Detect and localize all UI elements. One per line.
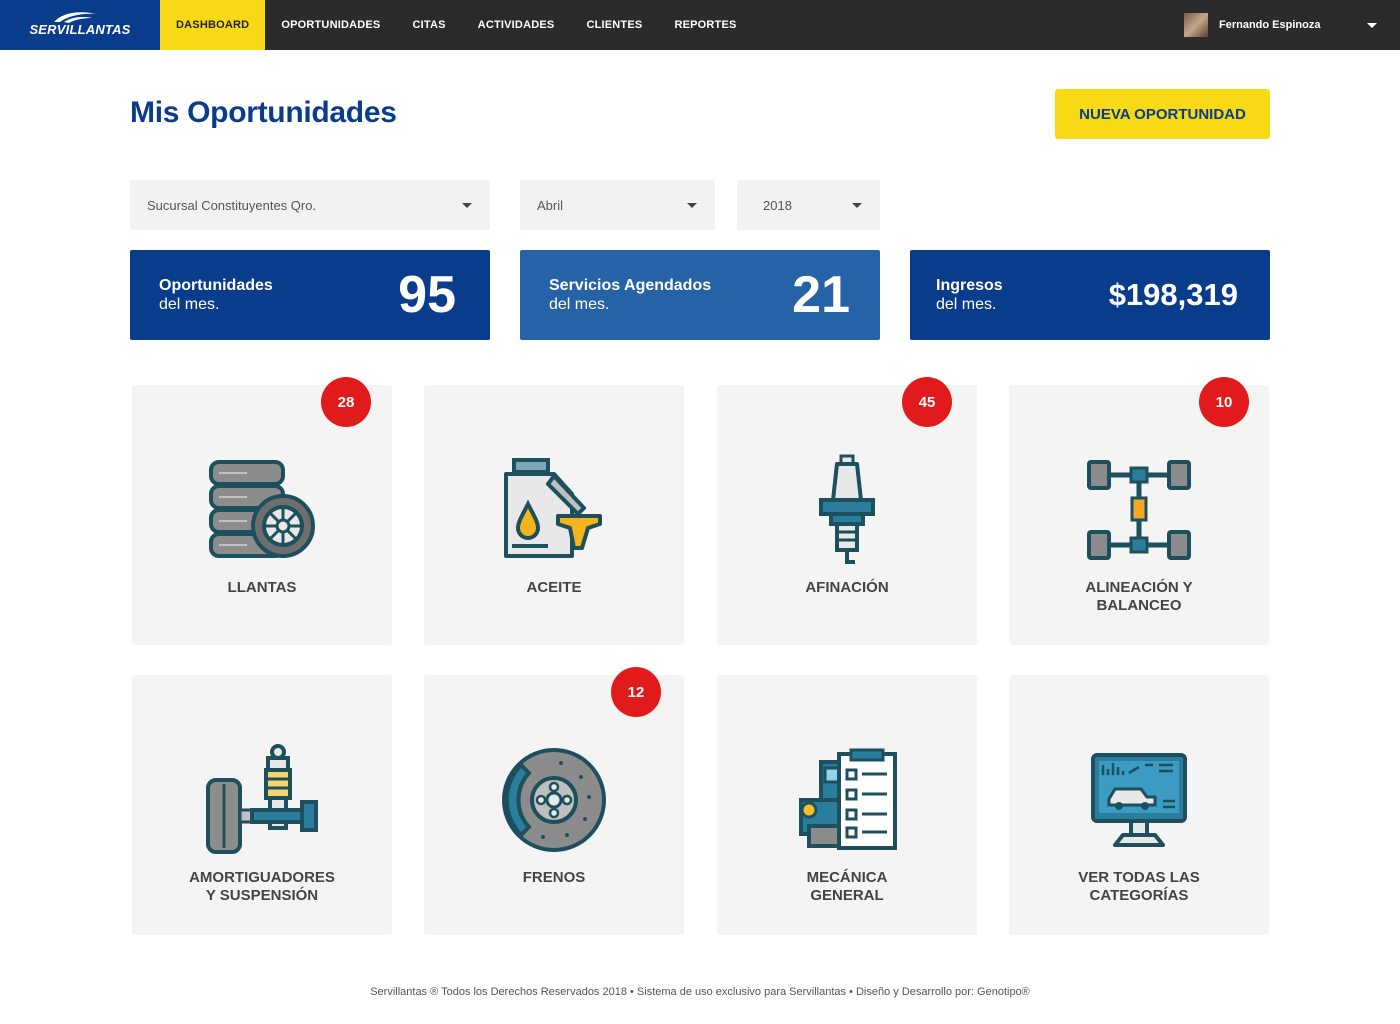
axle-icon: [1079, 455, 1199, 565]
count-badge: 10: [1199, 377, 1249, 427]
stat-label: Ingresos: [936, 277, 1003, 294]
nav-oportunidades[interactable]: OPORTUNIDADES: [265, 0, 396, 50]
category-label: FRENOS: [522, 869, 586, 886]
stat-value: 21: [792, 266, 850, 324]
mechanic-checklist-icon: [787, 745, 907, 855]
category-tile-alineacion[interactable]: ALINEACIÓN Y BALANCEO 10: [1009, 377, 1269, 645]
branch-select-value: Sucursal Constituyentes Qro.: [147, 197, 317, 213]
category-tile-aceite[interactable]: ACEITE: [424, 385, 684, 645]
chevron-down-icon: [852, 203, 862, 208]
category-tile-frenos[interactable]: FRENOS 12: [424, 667, 684, 935]
month-select[interactable]: Abril: [520, 180, 715, 230]
main-nav: DASHBOARD OPORTUNIDADES CITAS ACTIVIDADE…: [160, 0, 753, 50]
user-name: Fernando Espinoza: [1219, 19, 1321, 31]
nav-citas[interactable]: CITAS: [396, 0, 461, 50]
nav-dashboard[interactable]: DASHBOARD: [160, 0, 266, 50]
oil-icon: [494, 455, 614, 565]
stat-label: Servicios Agendados: [549, 277, 712, 294]
month-select-value: Abril: [537, 197, 564, 213]
stat-sublabel: del mes.: [159, 296, 220, 313]
stat-sublabel: del mes.: [936, 296, 997, 313]
count-badge: 45: [902, 377, 952, 427]
stat-value: $198,319: [1108, 277, 1238, 312]
year-select[interactable]: 2018: [737, 180, 880, 230]
servillantas-logo[interactable]: SERVILLANTAS: [0, 0, 160, 50]
monitor-car-icon: [1079, 745, 1199, 855]
count-badge: 28: [321, 377, 371, 427]
chevron-down-icon[interactable]: [1367, 22, 1377, 28]
nav-actividades[interactable]: ACTIVIDADES: [462, 0, 571, 50]
avatar: [1184, 13, 1208, 37]
brake-disc-icon: [494, 745, 614, 855]
category-label: AFINACIÓN: [805, 579, 889, 596]
category-tile-mecanica[interactable]: MECÁNICA GENERAL: [717, 675, 977, 935]
page-title: Mis Oportunidades: [130, 96, 397, 129]
year-select-value: 2018: [763, 197, 792, 213]
chevron-down-icon: [462, 203, 472, 208]
stat-sublabel: del mes.: [549, 296, 610, 313]
user-menu[interactable]: Fernando Espinoza: [1184, 0, 1400, 50]
spark-plug-icon: [787, 454, 907, 565]
tires-icon: [202, 455, 322, 565]
category-tile-llantas[interactable]: LLANTAS 28: [132, 377, 392, 645]
footer-text: Servillantas ® Todos los Derechos Reserv…: [370, 986, 1030, 998]
category-label: LLANTAS: [227, 579, 297, 596]
category-label: ALINEACIÓN Y BALANCEO: [1085, 579, 1193, 614]
top-navigation-bar: SERVILLANTAS DASHBOARD OPORTUNIDADES CIT…: [0, 0, 1400, 50]
stat-value: 95: [398, 266, 456, 324]
nav-clientes[interactable]: CLIENTES: [570, 0, 658, 50]
category-tile-amortiguadores[interactable]: AMORTIGUADORES Y SUSPENSIÓN: [132, 675, 392, 935]
category-label: MECÁNICA GENERAL: [806, 869, 888, 904]
branch-select[interactable]: Sucursal Constituyentes Qro.: [130, 180, 490, 230]
category-label: AMORTIGUADORES Y SUSPENSIÓN: [189, 869, 335, 904]
stat-card-income: Ingresos del mes. $198,319: [910, 250, 1270, 340]
category-label: ACEITE: [526, 579, 582, 596]
category-tile-afinacion[interactable]: AFINACIÓN 45: [717, 377, 977, 645]
shock-absorber-icon: [202, 744, 322, 855]
category-label: VER TODAS LAS CATEGORÍAS: [1078, 869, 1200, 904]
stat-label: Oportunidades: [159, 277, 273, 294]
stat-card-scheduled-services: Servicios Agendados del mes. 21: [520, 250, 880, 340]
stat-card-opportunities: Oportunidades del mes. 95: [130, 250, 490, 340]
new-opportunity-button[interactable]: NUEVA OPORTUNIDAD: [1055, 89, 1270, 139]
logo-swoosh-icon: [54, 12, 96, 23]
nav-reportes[interactable]: REPORTES: [658, 0, 752, 50]
chevron-down-icon: [687, 203, 697, 208]
count-badge: 12: [611, 667, 661, 717]
category-tile-ver-todas[interactable]: VER TODAS LAS CATEGORÍAS: [1009, 675, 1269, 935]
